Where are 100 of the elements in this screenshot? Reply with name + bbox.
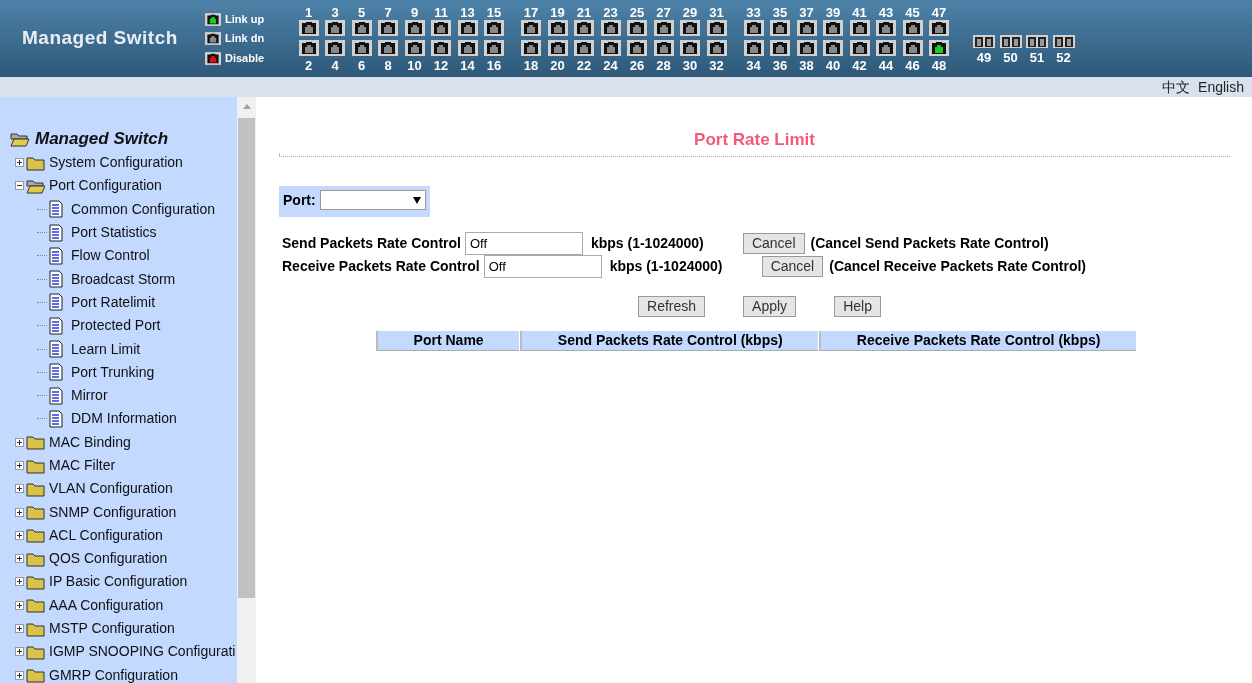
port-icon[interactable] <box>706 19 727 36</box>
rate-input[interactable]: Off <box>464 231 583 255</box>
port-icon[interactable] <box>574 39 594 56</box>
tree-item[interactable]: Port Ratelimit <box>71 291 156 313</box>
tree-item[interactable]: Flow Control <box>71 245 150 267</box>
tree-item[interactable]: Mirror <box>71 385 108 407</box>
tree-item[interactable]: ACL Configuration <box>49 524 163 546</box>
port-icon[interactable] <box>849 19 870 36</box>
port-icon[interactable] <box>351 39 372 56</box>
port-icon[interactable] <box>743 39 764 56</box>
tree-item[interactable]: QOS Configuration <box>49 548 168 570</box>
port-icon[interactable] <box>574 19 594 36</box>
tree-item[interactable]: Broadcast Storm <box>71 268 176 290</box>
language-link[interactable]: 中文 <box>1162 76 1191 98</box>
cancel-button[interactable]: Cancel <box>761 255 824 277</box>
tree-item[interactable]: MSTP Configuration <box>49 618 175 640</box>
sfp-port-icon[interactable] <box>973 35 995 48</box>
port-icon[interactable] <box>547 39 568 56</box>
sfp-port-icon[interactable] <box>1052 35 1075 48</box>
expand-icon[interactable] <box>15 530 24 540</box>
tree-item[interactable]: IGMP SNOOPING Configurati <box>49 641 236 663</box>
port-icon[interactable] <box>351 19 372 36</box>
port-icon[interactable] <box>902 39 923 56</box>
port-icon[interactable] <box>378 19 398 36</box>
rate-input[interactable]: Off <box>483 254 602 278</box>
port-icon[interactable] <box>902 19 923 36</box>
port-icon[interactable] <box>457 19 478 36</box>
port-icon[interactable] <box>627 19 647 36</box>
port-icon[interactable] <box>457 39 478 56</box>
expand-icon[interactable] <box>15 554 24 564</box>
port-icon[interactable] <box>600 19 621 36</box>
port-icon[interactable] <box>849 39 870 56</box>
expand-icon[interactable] <box>15 437 24 447</box>
port-icon[interactable] <box>325 19 345 36</box>
port-icon[interactable] <box>680 39 700 56</box>
expand-icon[interactable] <box>15 647 24 657</box>
port-icon[interactable] <box>770 19 790 36</box>
action-button[interactable]: Apply <box>743 295 797 317</box>
expand-icon[interactable] <box>15 577 24 587</box>
port-icon[interactable] <box>796 39 817 56</box>
tree-item[interactable]: SNMP Configuration <box>49 501 177 523</box>
tree-item[interactable]: Common Configuration <box>71 198 215 220</box>
scrollbar[interactable] <box>237 97 256 683</box>
tree-item[interactable]: DDM Information <box>71 408 177 430</box>
tree-item[interactable]: MAC Binding <box>49 431 131 453</box>
port-icon[interactable] <box>298 19 319 36</box>
port-icon[interactable] <box>627 39 647 56</box>
port-icon[interactable] <box>484 39 504 56</box>
tree-item[interactable]: Port Trunking <box>71 361 155 383</box>
port-icon[interactable] <box>823 19 843 36</box>
port-icon[interactable] <box>770 39 790 56</box>
tree-item[interactable]: Port Configuration <box>49 175 162 197</box>
expand-icon[interactable] <box>15 507 24 517</box>
tree-item[interactable]: AAA Configuration <box>49 594 164 616</box>
port-icon[interactable] <box>876 39 896 56</box>
sfp-port-icon[interactable] <box>1026 35 1048 48</box>
port-icon[interactable] <box>929 19 949 36</box>
port-icon[interactable] <box>431 39 451 56</box>
action-button[interactable]: Refresh <box>638 295 706 317</box>
port-dropdown[interactable] <box>319 190 426 210</box>
port-icon[interactable] <box>378 39 398 56</box>
cancel-button[interactable]: Cancel <box>742 232 805 254</box>
tree-item[interactable]: MAC Filter <box>49 455 116 476</box>
collapse-icon[interactable] <box>15 181 24 191</box>
tree-item[interactable]: GMRP Configuration <box>49 664 178 683</box>
tree-item[interactable]: System Configuration <box>49 152 183 174</box>
port-icon[interactable] <box>547 19 568 36</box>
language-link[interactable]: English <box>1198 76 1244 98</box>
port-icon[interactable] <box>796 19 817 36</box>
port-icon[interactable] <box>653 39 674 56</box>
port-icon[interactable] <box>876 19 896 36</box>
tree-item[interactable]: Learn Limit <box>71 338 141 360</box>
port-icon[interactable] <box>823 39 843 56</box>
port-icon[interactable] <box>743 19 764 36</box>
expand-icon[interactable] <box>15 670 24 680</box>
port-icon[interactable] <box>404 39 425 56</box>
expand-icon[interactable] <box>15 484 24 494</box>
port-icon[interactable] <box>929 39 949 56</box>
port-icon[interactable] <box>600 39 621 56</box>
port-icon[interactable] <box>404 19 425 36</box>
port-icon[interactable] <box>521 19 541 36</box>
tree-item[interactable]: VLAN Configuration <box>49 478 173 500</box>
port-icon[interactable] <box>706 39 727 56</box>
port-icon[interactable] <box>484 19 504 36</box>
sfp-port-icon[interactable] <box>999 35 1022 48</box>
expand-icon[interactable] <box>15 600 24 610</box>
port-icon[interactable] <box>431 19 451 36</box>
action-button[interactable]: Help <box>834 295 881 317</box>
expand-icon[interactable] <box>15 461 24 470</box>
tree-root[interactable]: Managed Switch <box>35 126 169 152</box>
tree-item[interactable]: Port Statistics <box>71 222 157 244</box>
expand-icon[interactable] <box>15 624 24 634</box>
port-icon[interactable] <box>653 19 674 36</box>
expand-icon[interactable] <box>15 158 24 168</box>
port-icon[interactable] <box>521 39 541 56</box>
port-icon[interactable] <box>680 19 700 36</box>
tree-item[interactable]: IP Basic Configuration <box>49 571 188 593</box>
port-icon[interactable] <box>325 39 345 56</box>
port-icon[interactable] <box>298 39 319 56</box>
tree-item[interactable]: Protected Port <box>71 315 161 337</box>
